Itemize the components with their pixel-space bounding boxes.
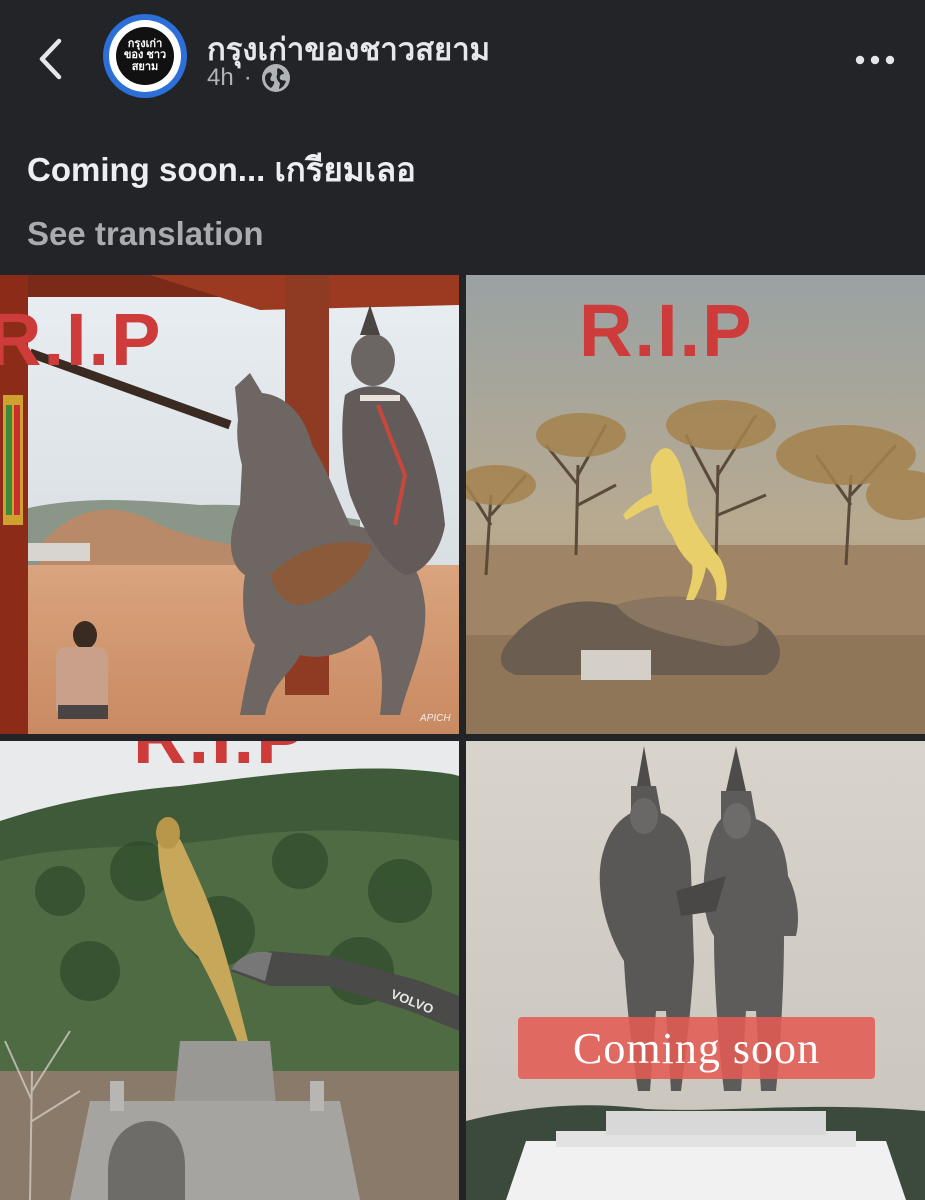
coming-soon-overlay: Coming soon — [518, 1017, 875, 1079]
more-horizontal-icon — [855, 55, 895, 65]
back-button[interactable] — [30, 36, 70, 82]
post-header: กรุงเก่า ของ ชาว สยาม กรุงเก่าของชาวสยาม… — [0, 0, 925, 125]
chevron-left-icon — [39, 38, 62, 80]
avatar-ring: กรุงเก่า ของ ชาว สยาม — [109, 20, 181, 92]
photo-3-image — [0, 741, 459, 1200]
grid-divider-horizontal — [0, 734, 925, 741]
post-text: Coming soon... เกรียมเลอ — [27, 151, 416, 188]
photo-4[interactable] — [466, 741, 925, 1200]
rip-overlay-1: R.I.P — [0, 298, 163, 381]
meta-separator: · — [243, 64, 252, 91]
post-time[interactable]: 4h — [207, 64, 234, 92]
avatar-text-bottom: สยาม — [131, 60, 159, 73]
more-options-button[interactable] — [850, 40, 900, 80]
post-meta: 4h · — [207, 64, 290, 92]
photo-2[interactable]: R.I.P — [466, 275, 925, 734]
rip-overlay-3: R.I.P — [133, 741, 307, 775]
photo-3[interactable]: R.I.P VOLVO — [0, 741, 459, 1200]
photo-4-image — [466, 741, 925, 1200]
page-avatar[interactable]: กรุงเก่า ของ ชาว สยาม — [103, 14, 187, 98]
rip-overlay-2: R.I.P — [579, 289, 754, 372]
photo-1[interactable]: R.I.P APICH — [0, 275, 459, 734]
see-translation-link[interactable]: See translation — [27, 215, 264, 253]
globe-icon — [261, 64, 290, 92]
photo-watermark: APICH — [420, 713, 451, 724]
avatar-logo: กรุงเก่า ของ ชาว สยาม — [116, 27, 174, 85]
